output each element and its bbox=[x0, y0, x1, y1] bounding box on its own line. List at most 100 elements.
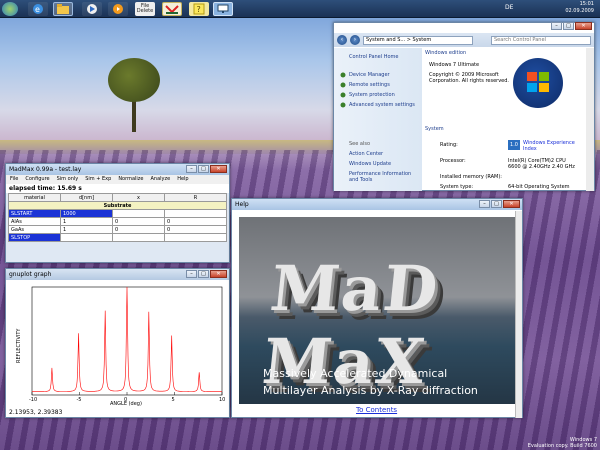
maximize-button[interactable]: □ bbox=[198, 270, 209, 278]
cell-material[interactable]: GaAs bbox=[8, 225, 61, 234]
reflectivity-plot[interactable]: REFLECTIVITY ANGLE (deg) -10 -5 0 5 10 bbox=[6, 281, 229, 407]
monitor-taskbar-icon[interactable] bbox=[213, 2, 233, 16]
cursor-readout: 2.13953, 2.39383 bbox=[9, 409, 63, 416]
help-window-controls: – □ ✕ bbox=[479, 200, 520, 208]
cell-material[interactable]: SLSTOP bbox=[8, 233, 61, 242]
gnuplot-window-controls: – □ ✕ bbox=[186, 270, 227, 278]
system-protection-label: System protection bbox=[349, 92, 395, 98]
explorer-icon[interactable] bbox=[53, 2, 73, 16]
madmax-menubar: File Configure Sim only Sim + Exp Normal… bbox=[6, 175, 229, 184]
menu-sim-exp[interactable]: Sim + Exp bbox=[85, 176, 111, 183]
address-bar[interactable]: System and S... > System bbox=[363, 35, 473, 45]
maximize-button[interactable]: □ bbox=[563, 22, 574, 30]
watermark-line-2: Evaluation copy. Build 7600 bbox=[527, 443, 597, 449]
close-button[interactable]: ✕ bbox=[210, 270, 227, 278]
clock-time: 15:01 bbox=[579, 1, 594, 7]
minimize-button[interactable]: – bbox=[186, 270, 197, 278]
svg-text:?: ? bbox=[197, 5, 201, 14]
cell-x[interactable]: 0 bbox=[112, 217, 165, 226]
taskbar-clock[interactable]: 15:01 02.09.2009 bbox=[565, 1, 594, 15]
table-row[interactable]: GaAs 1 0 0 bbox=[8, 225, 227, 234]
cp-sidebar: Control Panel Home Device Manager Remote… bbox=[334, 48, 422, 191]
menu-help[interactable]: Help bbox=[177, 176, 188, 183]
table-header-row: material d[nm] x R bbox=[8, 193, 227, 202]
system-protection-link[interactable]: System protection bbox=[349, 92, 395, 98]
start-button[interactable] bbox=[2, 2, 18, 16]
reflectivity-series-line bbox=[32, 286, 222, 392]
splash-line-2: Multilayer Analysis by X-Ray diffraction bbox=[263, 384, 478, 397]
cell-material[interactable]: AlAs bbox=[8, 217, 61, 226]
svg-text:e: e bbox=[35, 5, 40, 14]
cell-r[interactable]: 0 bbox=[164, 225, 227, 234]
windows-logo bbox=[513, 58, 563, 108]
cell-thickness[interactable]: 1 bbox=[60, 225, 113, 234]
help-taskbar-icon[interactable]: ? bbox=[189, 2, 209, 16]
to-contents-link[interactable]: To Contents bbox=[356, 406, 397, 414]
column-header[interactable]: d[nm] bbox=[60, 193, 113, 202]
madmax-taskbar-icon[interactable] bbox=[162, 2, 182, 16]
x-tick-label: 0 bbox=[124, 397, 127, 403]
file-delete-app-icon[interactable]: File Delete bbox=[135, 2, 155, 16]
wallpaper-tree-crown bbox=[108, 58, 160, 102]
column-header[interactable]: material bbox=[8, 193, 61, 202]
column-header[interactable]: x bbox=[112, 193, 165, 202]
menu-normalize[interactable]: Normalize bbox=[118, 176, 143, 183]
advanced-settings-link[interactable]: Advanced system settings bbox=[349, 102, 415, 108]
maximize-button[interactable]: □ bbox=[491, 200, 502, 208]
tray-language[interactable]: DE bbox=[505, 4, 513, 11]
substrate-cell[interactable]: Substrate bbox=[8, 201, 227, 210]
windows-update-link[interactable]: Windows Update bbox=[349, 161, 391, 167]
cp-scrollbar[interactable] bbox=[586, 48, 594, 191]
y-axis-label: REFLECTIVITY bbox=[16, 328, 22, 363]
close-button[interactable]: ✕ bbox=[210, 165, 227, 173]
experience-index-link[interactable]: Windows Experience Index bbox=[523, 140, 579, 152]
menu-sim-only[interactable]: Sim only bbox=[57, 176, 79, 183]
cell-thickness[interactable]: 1 bbox=[60, 217, 113, 226]
menu-file[interactable]: File bbox=[10, 176, 18, 183]
cp-main-content: Windows edition Windows 7 Ultimate Copyr… bbox=[425, 48, 585, 191]
substrate-row[interactable]: Substrate bbox=[8, 201, 227, 210]
menu-configure[interactable]: Configure bbox=[25, 176, 49, 183]
cell-thickness[interactable]: 1000 bbox=[60, 209, 113, 218]
remote-settings-link[interactable]: Remote settings bbox=[349, 82, 390, 88]
cell-x[interactable] bbox=[112, 233, 165, 242]
table-row[interactable]: SLSTOP bbox=[8, 233, 227, 242]
close-button[interactable]: ✕ bbox=[503, 200, 520, 208]
minimize-button[interactable]: – bbox=[551, 22, 562, 30]
cell-material[interactable]: SLSTART bbox=[8, 209, 61, 218]
cell-x[interactable]: 0 bbox=[112, 225, 165, 234]
help-window: Help – □ ✕ MaD MaX Massively Accelerated… bbox=[231, 198, 523, 418]
search-input[interactable]: Search Control Panel bbox=[491, 35, 591, 45]
minimize-button[interactable]: – bbox=[479, 200, 490, 208]
table-row[interactable]: AlAs 1 0 0 bbox=[8, 217, 227, 226]
cell-r[interactable]: 0 bbox=[164, 217, 227, 226]
maximize-button[interactable]: □ bbox=[198, 165, 209, 173]
minimize-button[interactable]: – bbox=[186, 165, 197, 173]
back-icon[interactable]: ‹ bbox=[337, 35, 347, 45]
forward-icon[interactable]: › bbox=[350, 35, 360, 45]
help-scrollbar[interactable] bbox=[515, 211, 522, 418]
column-header[interactable]: R bbox=[164, 193, 227, 202]
x-tick-label: 10 bbox=[219, 397, 225, 403]
action-center-link[interactable]: Action Center bbox=[349, 151, 383, 157]
device-manager-link[interactable]: Device Manager bbox=[349, 72, 390, 78]
processor-label: Processor: bbox=[440, 158, 466, 164]
vlc-icon[interactable] bbox=[108, 2, 128, 16]
madmax-window-controls: – □ ✕ bbox=[186, 165, 227, 173]
close-button[interactable]: ✕ bbox=[575, 22, 592, 30]
cell-r[interactable] bbox=[164, 233, 227, 242]
ie-icon[interactable]: e bbox=[28, 2, 48, 16]
system-heading: System bbox=[425, 126, 444, 132]
media-player-icon[interactable] bbox=[82, 2, 102, 16]
table-row[interactable]: SLSTART 1000 bbox=[8, 209, 227, 218]
cell-thickness[interactable] bbox=[60, 233, 113, 242]
performance-info-link[interactable]: Performance Information and Tools bbox=[349, 171, 419, 183]
edition-heading: Windows edition bbox=[425, 50, 467, 56]
cell-r[interactable] bbox=[164, 209, 227, 218]
copyright-text: Copyright © 2009 Microsoft Corporation. … bbox=[429, 72, 510, 84]
menu-analyze[interactable]: Analyze bbox=[151, 176, 171, 183]
cp-home-link[interactable]: Control Panel Home bbox=[349, 54, 399, 60]
cp-window-controls: – □ ✕ bbox=[551, 22, 592, 30]
cell-x[interactable] bbox=[112, 209, 165, 218]
gnuplot-title: gnuplot graph bbox=[9, 271, 52, 278]
